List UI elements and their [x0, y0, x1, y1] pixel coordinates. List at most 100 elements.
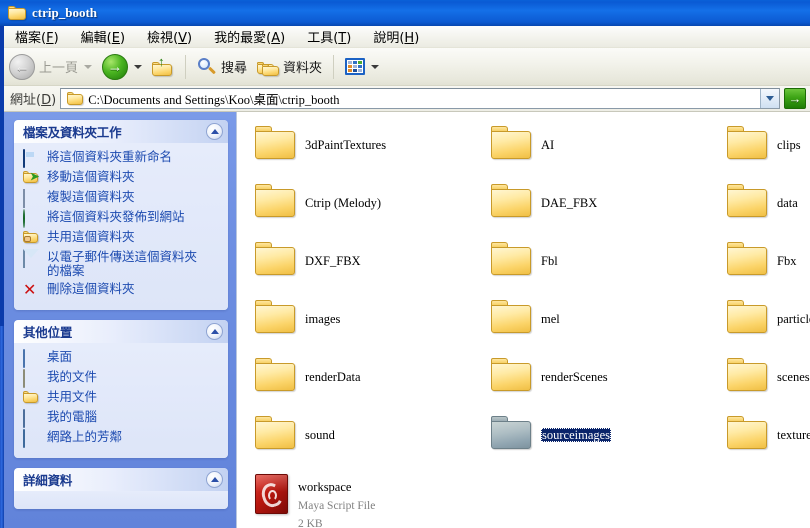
task-copy-folder[interactable]: 複製這個資料夾 — [23, 189, 222, 208]
place-desktop[interactable]: 桌面 — [23, 349, 222, 368]
menu-mnemonic-view: V — [178, 31, 188, 46]
menu-item-tools[interactable]: 工具(T) — [296, 25, 362, 48]
folder-icon — [727, 184, 767, 217]
folder-icon — [255, 358, 295, 391]
place-network-places[interactable]: 網路上的芳鄰 — [23, 429, 222, 448]
chevron-up-icon[interactable] — [206, 471, 223, 488]
file-item-data[interactable]: data — [717, 180, 810, 238]
menu-item-view[interactable]: 檢視(V) — [136, 25, 203, 48]
window-title: ctrip_booth — [32, 5, 97, 20]
menu-item-help[interactable]: 說明(H) — [362, 25, 430, 48]
file-item-sound[interactable]: sound — [245, 412, 481, 470]
folder-icon — [727, 416, 767, 449]
back-button[interactable]: ← 上一頁 — [4, 51, 97, 83]
panel-body-details — [14, 491, 228, 509]
file-row: sound sourceimages textures — [245, 412, 810, 470]
task-label-rename: 將這個資料夾重新命名 — [47, 149, 173, 164]
task-share-folder[interactable]: 共用這個資料夾 — [23, 230, 222, 246]
file-row: images mel particles — [245, 296, 810, 354]
file-grid: 3dPaintTextures AI clips Ctrip (Melody) — [237, 112, 810, 528]
file-row: renderData renderScenes scenes — [245, 354, 810, 412]
panel-header-details[interactable]: 詳細資料 — [14, 468, 228, 491]
place-my-documents[interactable]: 我的文件 — [23, 369, 222, 388]
chevron-up-icon[interactable] — [206, 323, 223, 340]
folder-icon — [727, 358, 767, 391]
file-item-mel[interactable]: mel — [481, 296, 717, 354]
file-item-particles[interactable]: particles — [717, 296, 810, 354]
file-item-dae-fbx[interactable]: DAE_FBX — [481, 180, 717, 238]
file-item-workspace[interactable]: workspace Maya Script File 2 KB — [245, 470, 481, 528]
address-input[interactable]: C:\Documents and Settings\Koo\桌面\ctrip_b… — [60, 88, 780, 109]
file-name: scenes — [777, 370, 810, 384]
file-name: renderScenes — [541, 370, 608, 384]
folder-icon — [491, 300, 531, 333]
go-arrow-icon: → — [788, 91, 802, 106]
task-label-publish: 將這個資料夾發佈到網站 — [47, 209, 185, 224]
file-item-images[interactable]: images — [245, 296, 481, 354]
menu-label-help: 說明 — [373, 31, 400, 46]
panel-header-file-folder-tasks[interactable]: 檔案及資料夾工作 — [14, 120, 228, 143]
title-bar: ctrip_booth — [0, 0, 810, 26]
file-item-sourceimages[interactable]: sourceimages — [481, 412, 717, 470]
forward-button[interactable]: → — [97, 51, 147, 83]
place-my-computer[interactable]: 我的電腦 — [23, 409, 222, 428]
file-name: DXF_FBX — [305, 254, 361, 268]
address-dropdown-button[interactable] — [760, 89, 779, 108]
search-button[interactable]: 搜尋 — [192, 51, 252, 83]
place-shared-documents[interactable]: 共用文件 — [23, 390, 222, 406]
menu-item-file[interactable]: 檔案(F) — [4, 25, 70, 48]
views-dropdown-icon[interactable] — [371, 64, 380, 69]
magnifier-icon — [197, 57, 217, 77]
copy-icon — [23, 189, 40, 208]
task-rename-folder[interactable]: 將這個資料夾重新命名 — [23, 149, 222, 168]
file-list[interactable]: 3dPaintTextures AI clips Ctrip (Melody) — [236, 112, 810, 528]
menu-label-favorites: 我的最愛 — [214, 31, 267, 46]
file-item-dxf-fbx[interactable]: DXF_FBX — [245, 238, 481, 296]
place-label-my-documents: 我的文件 — [47, 369, 98, 384]
folders-icon — [257, 57, 280, 77]
file-item-fbl[interactable]: Fbl — [481, 238, 717, 296]
task-publish-folder-web[interactable]: 將這個資料夾發佈到網站 — [23, 209, 222, 228]
views-button[interactable] — [340, 51, 384, 83]
file-type: Maya Script File — [298, 500, 376, 512]
file-item-ctrip-melody[interactable]: Ctrip (Melody) — [245, 180, 481, 238]
task-label-email: 以電子郵件傳送這個資料夾 的檔案 — [47, 249, 198, 278]
content-area: 檔案及資料夾工作 將這個資料夾重新命名 ➤ 移動這個資料夾 複製這個資料夾 將這… — [4, 112, 810, 528]
file-item-3dpainttextures[interactable]: 3dPaintTextures — [245, 122, 481, 180]
toolbar-separator-2 — [333, 54, 335, 79]
task-label-copy: 複製這個資料夾 — [47, 189, 135, 204]
file-item-fbx[interactable]: Fbx — [717, 238, 810, 296]
file-item-scenes[interactable]: scenes — [717, 354, 810, 412]
file-item-renderdata[interactable]: renderData — [245, 354, 481, 412]
up-button[interactable]: ↑ — [147, 51, 179, 83]
menu-item-favorites[interactable]: 我的最愛(A) — [203, 25, 296, 48]
panel-header-other-places[interactable]: 其他位置 — [14, 320, 228, 343]
file-item-ai[interactable]: AI — [481, 122, 717, 180]
go-button[interactable]: → — [784, 88, 806, 109]
chevron-up-icon[interactable] — [206, 123, 223, 140]
maya-script-file-icon — [255, 474, 288, 514]
folder-icon — [255, 184, 295, 217]
file-name: images — [305, 312, 341, 326]
panel-title-file-folder-tasks: 檔案及資料夾工作 — [23, 125, 122, 140]
file-item-renderscenes[interactable]: renderScenes — [481, 354, 717, 412]
forward-dropdown-icon[interactable] — [134, 64, 143, 69]
menu-item-edit[interactable]: 編輯(E) — [70, 25, 136, 48]
panel-details: 詳細資料 — [14, 468, 228, 509]
move-folder-icon: ➤ — [23, 170, 40, 186]
back-dropdown-icon[interactable] — [84, 64, 93, 69]
panel-title-details: 詳細資料 — [23, 473, 73, 488]
file-name: AI — [541, 138, 555, 152]
menu-mnemonic-favorites: A — [271, 31, 281, 46]
folders-button[interactable]: 資料夾 — [252, 51, 327, 83]
file-item-clips[interactable]: clips — [717, 122, 810, 180]
file-row: 3dPaintTextures AI clips — [245, 122, 810, 180]
task-delete-folder[interactable]: ✕ 刪除這個資料夾 — [23, 282, 222, 298]
task-email-folder-files[interactable]: 以電子郵件傳送這個資料夾 的檔案 — [23, 249, 222, 278]
chevron-down-icon — [766, 96, 774, 101]
file-item-textures[interactable]: textures — [717, 412, 810, 470]
folder-icon — [727, 126, 767, 159]
back-arrow-icon: ← — [9, 53, 35, 80]
task-move-folder[interactable]: ➤ 移動這個資料夾 — [23, 170, 222, 186]
file-name: workspace — [298, 480, 352, 494]
